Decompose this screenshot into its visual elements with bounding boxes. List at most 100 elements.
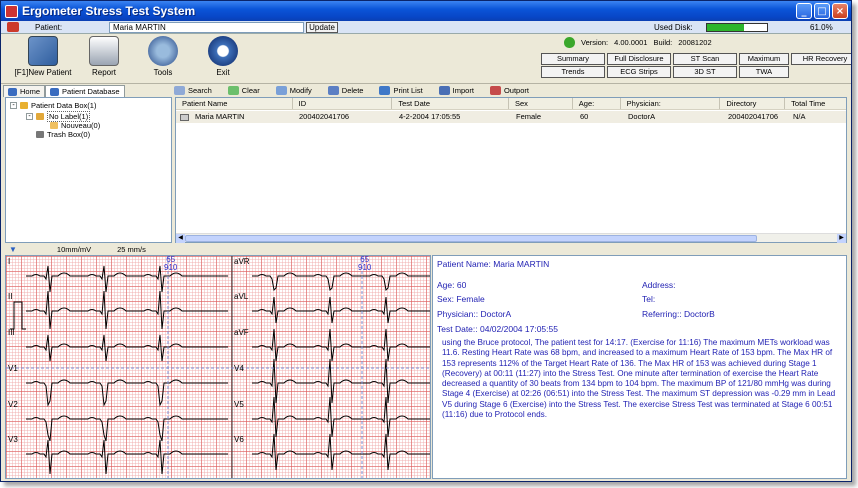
list-header: Patient Name ID Test Date Sex Age: Physi…: [176, 98, 846, 110]
ecg-traces: [6, 256, 430, 478]
heart-rate-marker-left: 65 910: [164, 256, 177, 272]
print-icon: [379, 86, 391, 95]
st-scan-button[interactable]: ST Scan: [673, 53, 737, 65]
printer-icon: [89, 36, 119, 66]
ecg-trace-right-0: [252, 272, 430, 292]
lead-label-v2: V2: [8, 400, 18, 409]
tree-nouveau[interactable]: Nouveau(0): [50, 121, 100, 130]
collapse-icon[interactable]: -: [26, 113, 33, 120]
view-buttons: Summary Full Disclosure ST Scan Maximum …: [541, 53, 851, 78]
print-list-action[interactable]: Print List: [379, 86, 423, 95]
action-bar: Search Clear Modify Delete Print List Im…: [172, 84, 851, 97]
cell-id: 200402041706: [299, 112, 350, 121]
used-disk-fill: [707, 23, 744, 31]
horizontal-scrollbar[interactable]: ◀ ▶: [176, 233, 846, 243]
column-total-time[interactable]: Total Time: [785, 98, 846, 109]
window-title: Ergometer Stress Test System: [22, 4, 196, 18]
table-row[interactable]: Maria MARTIN 200402041706 4-2-2004 17:05…: [176, 111, 846, 123]
ecg-trace-left-4: [26, 415, 228, 442]
clear-icon: [227, 86, 239, 95]
report-label: Report: [91, 68, 116, 77]
version-value: 4.00.0001: [614, 38, 648, 47]
column-patient-name[interactable]: Patient Name: [176, 98, 293, 109]
maximum-button[interactable]: Maximum: [739, 53, 789, 65]
chevron-down-icon[interactable]: ▼: [9, 245, 17, 254]
lead-label-avr: aVR: [234, 257, 250, 266]
lead-label-v6: V6: [234, 435, 244, 444]
ecg-trace-left-3: [26, 379, 228, 407]
exit-button[interactable]: Exit: [207, 36, 239, 77]
report-sex: Sex: Female: [437, 294, 485, 304]
tab-patient-database-label: Patient Database: [62, 87, 120, 96]
collapse-icon[interactable]: -: [10, 102, 17, 109]
ecg-trace-right-2: [252, 328, 430, 362]
window-controls: _ □ ×: [796, 3, 848, 19]
column-id[interactable]: ID: [293, 98, 393, 109]
modify-action[interactable]: Modify: [275, 86, 312, 95]
minimize-icon[interactable]: _: [796, 3, 812, 19]
trends-button[interactable]: Trends: [541, 66, 605, 78]
new-patient-icon: [28, 36, 58, 66]
lead-label-avl: aVL: [234, 292, 249, 301]
column-directory[interactable]: Directory: [720, 98, 786, 109]
title-bar[interactable]: Ergometer Stress Test System _ □ ×: [1, 1, 851, 21]
search-icon: [174, 86, 185, 95]
close-icon[interactable]: ×: [832, 3, 848, 19]
report-button[interactable]: Report: [84, 36, 124, 77]
patient-bar: Patient: Maria MARTIN Update Used Disk: …: [1, 21, 851, 34]
ecg-gain: 10mm/mV: [56, 245, 92, 254]
tab-home-label: Home: [20, 87, 41, 96]
ecg-trace-left-5: [26, 439, 228, 475]
exit-label: Exit: [216, 68, 230, 77]
twa-button[interactable]: TWA: [739, 66, 789, 78]
tools-label: Tools: [153, 68, 173, 77]
ecg-strips-button[interactable]: ECG Strips: [607, 66, 671, 78]
outport-action[interactable]: Outport: [489, 86, 529, 95]
delete-action[interactable]: Delete: [327, 86, 363, 95]
tab-home[interactable]: Home: [3, 85, 46, 97]
tab-patient-database[interactable]: Patient Database: [45, 85, 125, 97]
tree-root-label: Patient Data Box(1): [31, 101, 97, 110]
3d-st-button[interactable]: 3D ST: [673, 66, 737, 78]
home-icon: [8, 87, 17, 96]
patient-tree: - Patient Data Box(1) - No Label(1) Nouv…: [5, 97, 172, 243]
cell-age: 60: [580, 112, 589, 121]
scrollbar-thumb[interactable]: [185, 235, 757, 242]
app-window: Ergometer Stress Test System _ □ × Patie…: [0, 0, 852, 482]
tools-button[interactable]: Tools: [147, 36, 179, 77]
folder-icon: [36, 113, 44, 120]
full-disclosure-button[interactable]: Full Disclosure: [607, 53, 671, 65]
cell-directory: 200402041706: [728, 112, 779, 121]
import-action[interactable]: Import: [438, 86, 474, 95]
import-icon: [438, 86, 450, 95]
column-physician[interactable]: Physician:: [621, 98, 721, 109]
column-age[interactable]: Age:: [573, 98, 621, 109]
report-address: Address:: [642, 280, 676, 290]
scroll-right-icon[interactable]: ▶: [837, 234, 846, 243]
ecg-trace-left-0: [26, 265, 228, 293]
hr-recovery-button[interactable]: HR Recovery: [791, 53, 851, 65]
clear-action[interactable]: Clear: [227, 86, 260, 95]
search-action[interactable]: Search: [174, 86, 212, 95]
report-summary: using the Bruce protocol, The patient te…: [442, 338, 836, 420]
ecg-trace-right-4: [252, 396, 430, 438]
report-patient-name: Patient Name: Maria MARTIN: [437, 259, 550, 269]
maximize-icon[interactable]: □: [814, 3, 830, 19]
scroll-left-icon[interactable]: ◀: [176, 234, 185, 243]
column-sex[interactable]: Sex: [509, 98, 573, 109]
tools-icon: [148, 36, 178, 66]
build-value: 20081202: [678, 38, 712, 47]
ecg-settings-bar: ▼ 10mm/mV 25 mm/s: [5, 244, 847, 255]
tree-trash[interactable]: Trash Box(0): [36, 130, 90, 139]
update-button[interactable]: Update: [306, 21, 338, 33]
column-test-date[interactable]: Test Date: [392, 98, 509, 109]
used-disk-label: Used Disk:: [654, 22, 693, 32]
new-patient-button[interactable]: [F1]New Patient: [13, 36, 73, 77]
tree-root[interactable]: - Patient Data Box(1): [10, 101, 96, 110]
database-icon: [50, 87, 60, 96]
summary-button[interactable]: Summary: [541, 53, 605, 65]
lead-label-v3: V3: [8, 435, 18, 444]
lead-label-ii: II: [8, 292, 13, 301]
calibration-pulse: [10, 301, 26, 330]
patient-field[interactable]: Maria MARTIN: [109, 21, 304, 33]
